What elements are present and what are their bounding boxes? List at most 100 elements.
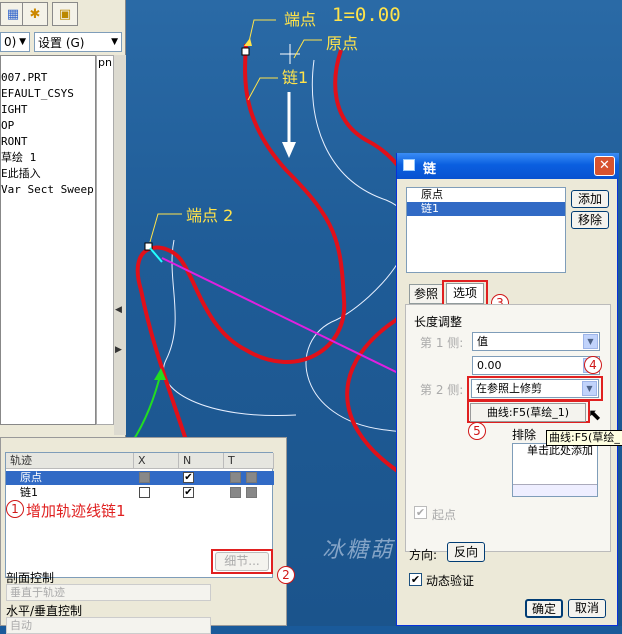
toolbar-folder-button[interactable]: ▣ (52, 2, 78, 26)
dynamic-verify-checkbox[interactable]: ✔ (409, 573, 422, 586)
step-marker-1: 1 (6, 500, 24, 518)
column-header-n: N (179, 453, 224, 469)
column-header-t: T (224, 453, 274, 469)
side2-combo-value: 在参照上修剪 (476, 382, 542, 395)
panel-splitter[interactable]: ◀ ▶ (114, 55, 126, 435)
start-point-label: 起点 (432, 508, 457, 522)
side1-combo-value: 值 (477, 335, 488, 348)
dialog-icon (403, 159, 415, 171)
side1-value-field[interactable]: 0.00 ▼ (472, 356, 600, 375)
side2-combo[interactable]: 在参照上修剪 ▼ (471, 379, 599, 398)
chain-list[interactable]: 原点 链1 (406, 187, 566, 273)
tab-references[interactable]: 参照 (409, 284, 443, 304)
origin-leader (293, 39, 322, 59)
t-checkbox-a (230, 487, 241, 498)
tree-item[interactable]: EFAULT_CSYS (1, 86, 95, 102)
chain1-label: 链1 (282, 68, 309, 87)
settings-combo[interactable]: 设置 (G) ▼ (34, 32, 122, 52)
model-tree: 007.PRT EFAULT_CSYS IGHT OP RONT 草绘 1 E此… (0, 55, 96, 425)
chevron-down-icon: ▼ (583, 334, 598, 349)
direction-arrow-head (282, 142, 296, 158)
side1-label: 第 1 侧: (420, 336, 464, 350)
endpoint1-leader (247, 19, 276, 47)
folder-icon: ▣ (58, 6, 72, 22)
start-point-checkbox[interactable]: ✔ (414, 506, 427, 519)
side1-combo[interactable]: 值 ▼ (472, 332, 600, 351)
settings-combo-value: 设置 (G) (38, 35, 85, 50)
endpoint2-leader (149, 213, 182, 243)
step-note-1: 增加轨迹线链1 (26, 502, 126, 520)
endpoint1-label: 端点 (284, 10, 317, 29)
exclude-placeholder[interactable]: 单击此处添加 (513, 444, 597, 458)
chain1-leader (247, 77, 278, 101)
table-row[interactable]: 链1 ✔ (6, 486, 274, 500)
star-icon: ✱ (29, 6, 41, 22)
watermark: 冰糖葫 (322, 538, 395, 563)
step-marker-5: 5 (468, 422, 486, 440)
t-checkbox-b (246, 472, 257, 483)
n-checkbox[interactable]: ✔ (183, 472, 194, 483)
tree-item[interactable]: IGHT (1, 102, 95, 118)
curve-reference-field[interactable]: 曲线:F5(草绘_1) (470, 403, 586, 422)
horizontal-scrollbar[interactable] (513, 484, 597, 496)
exclude-label: 排除 (512, 428, 537, 442)
remove-button[interactable]: 移除 (571, 211, 609, 229)
tree-column-label: pn (98, 56, 112, 69)
tree-column-header[interactable]: pn (96, 55, 114, 425)
endpoint1-leader-arrow (244, 38, 252, 46)
exclude-list[interactable]: 单击此处添加 (512, 443, 598, 497)
display-combo[interactable]: 0) ▼ (0, 32, 30, 52)
endpoint2-label: 端点 2 (186, 206, 234, 225)
n-checkbox[interactable]: ✔ (183, 487, 194, 498)
chevron-down-icon: ▼ (582, 381, 597, 396)
chevron-down-icon: ▼ (111, 37, 118, 47)
trajectory-panel: 轨迹 X N T 原点 ✔ 链1 ✔ 1 增加轨迹线链1 细节... 2 剖面控… (0, 437, 295, 634)
table-row[interactable]: 原点 ✔ (6, 471, 274, 485)
tree-item[interactable]: 007.PRT (1, 70, 95, 86)
tree-icon: ▦ (6, 6, 20, 22)
step-marker-4: 4 (584, 356, 602, 374)
reverse-button[interactable]: 反向 (447, 542, 485, 562)
tree-item[interactable]: Var Sect Sweep (1, 182, 95, 198)
options-panel: 长度调整 第 1 侧: 值 ▼ 0.00 ▼ 4 第 2 侧: 在参照上修剪 ▼… (405, 304, 611, 552)
dynamic-verify-label: 动态验证 (426, 574, 475, 588)
row-name: 链1 (20, 486, 38, 499)
list-item[interactable]: 链1 (407, 202, 565, 216)
column-header-trajectory: 轨迹 (6, 453, 134, 469)
column-header-x: X (134, 453, 179, 469)
step-marker-2: 2 (277, 566, 295, 584)
side2-label: 第 2 侧: (420, 383, 464, 397)
tree-item[interactable]: E此插入 (1, 166, 95, 182)
toolbar-star-button[interactable]: ✱ (22, 2, 48, 26)
dimension-label[interactable]: 1=0.00 (332, 4, 401, 26)
side1-value: 0.00 (477, 359, 502, 372)
chevron-down-icon: ▼ (19, 37, 26, 47)
origin-label: 原点 (326, 34, 359, 53)
dialog-titlebar[interactable]: 链 ✕ (397, 153, 619, 179)
collapse-arrow-icon[interactable]: ◀ (115, 305, 122, 315)
x-checkbox[interactable] (139, 487, 150, 498)
list-item[interactable]: 原点 (407, 188, 565, 202)
tree-item[interactable]: OP (1, 118, 95, 134)
length-adjust-label: 长度调整 (414, 315, 463, 329)
cancel-button[interactable]: 取消 (568, 599, 606, 618)
tree-item[interactable]: RONT (1, 134, 95, 150)
expand-arrow-icon[interactable]: ▶ (115, 345, 122, 355)
direction-label: 方向: (409, 548, 438, 562)
tab-options[interactable]: 选项 (446, 283, 484, 304)
endpoint-1-marker[interactable] (241, 47, 250, 56)
t-checkbox-b (246, 487, 257, 498)
tree-item[interactable]: 草绘 1 (1, 150, 95, 166)
section-control-combo[interactable]: 垂直于轨迹 (6, 584, 211, 601)
display-combo-value: 0) (4, 35, 17, 49)
close-button[interactable]: ✕ (594, 156, 615, 176)
mouse-cursor-icon: ⬉ (588, 405, 602, 424)
add-button[interactable]: 添加 (571, 190, 609, 208)
close-icon: ✕ (599, 158, 610, 173)
x-checkbox (139, 472, 150, 483)
ok-button[interactable]: 确定 (525, 599, 563, 618)
tooltip: 曲线:F5(草绘_ (546, 430, 622, 446)
t-checkbox-a (230, 472, 241, 483)
details-button[interactable]: 细节... (215, 552, 269, 571)
dialog-title: 链 (423, 162, 437, 177)
